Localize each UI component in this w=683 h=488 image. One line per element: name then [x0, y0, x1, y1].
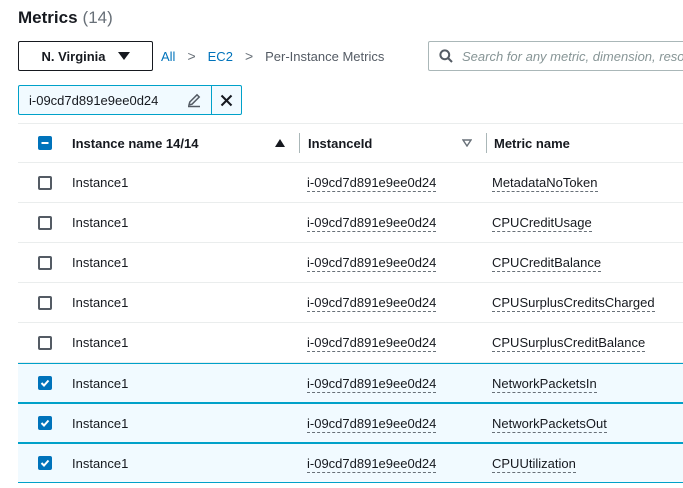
table-row[interactable]: Instance1 i-09cd7d891e9ee0d24 CPUSurplusCr… [18, 323, 683, 363]
table-row[interactable]: Instance1 i-09cd7d891e9ee0d24 NetworkPacke… [18, 403, 683, 443]
instance-name-cell: Instance1 [72, 215, 129, 230]
row-checkbox[interactable] [37, 255, 52, 270]
instance-name-cell: Instance1 [72, 375, 129, 391]
row-check-cell [18, 215, 71, 230]
breadcrumb-all[interactable]: All [161, 49, 175, 64]
remove-token-button[interactable] [211, 86, 241, 114]
row-checkbox[interactable] [37, 456, 52, 470]
metric-name-value[interactable]: MetadataNoToken [492, 175, 598, 192]
search-input[interactable] [462, 48, 683, 64]
row-check-cell [18, 456, 71, 470]
row-checkbox[interactable] [37, 376, 52, 390]
table-row[interactable]: Instance1 i-09cd7d891e9ee0d24 CPUSurplusCr… [18, 283, 683, 323]
instance-name-cell: Instance1 [72, 255, 129, 270]
metric-search[interactable] [428, 41, 683, 71]
region-selector[interactable]: N. Virginia [18, 41, 153, 71]
instance-id-value[interactable]: i-09cd7d891e9ee0d24 [307, 415, 437, 433]
breadcrumb-current: Per-Instance Metrics [265, 48, 385, 64]
table-header: Instance name 14/14 InstanceId Metric na… [18, 123, 683, 163]
table-row[interactable]: Instance1 i-09cd7d891e9ee0d24 CPUCreditBal… [18, 243, 683, 283]
search-icon [439, 49, 453, 63]
metric-name-cell: CPUUtilization [485, 455, 683, 473]
instance-id-value[interactable]: i-09cd7d891e9ee0d24 [307, 295, 437, 312]
select-all-cell [18, 136, 71, 150]
metric-name-value[interactable]: NetworkPacketsOut [492, 415, 607, 433]
instance-id-value[interactable]: i-09cd7d891e9ee0d24 [307, 455, 437, 473]
row-checkbox[interactable] [37, 335, 52, 350]
metric-name-cell: CPUCreditBalance [485, 255, 683, 272]
close-icon [221, 94, 233, 106]
column-header-metric-name[interactable]: Metric name [487, 136, 683, 151]
table-row[interactable]: Instance1 i-09cd7d891e9ee0d24 MetadataNoTo… [18, 163, 683, 203]
minus-icon [41, 142, 48, 144]
region-label: N. Virginia [41, 48, 106, 64]
instance-id-cell: i-09cd7d891e9ee0d24 [299, 455, 485, 473]
instance-name-cell: Instance1 [72, 415, 129, 431]
row-check-cell [18, 295, 71, 310]
instance-id-cell: i-09cd7d891e9ee0d24 [299, 175, 485, 192]
instance-id-cell: i-09cd7d891e9ee0d24 [299, 335, 485, 352]
instance-id-cell: i-09cd7d891e9ee0d24 [299, 375, 485, 393]
metric-name-cell: CPUSurplusCreditBalance [485, 335, 683, 352]
row-checkbox[interactable] [37, 175, 52, 190]
edit-token-button[interactable] [176, 86, 211, 114]
instance-name-cell: Instance1 [72, 455, 129, 471]
triangle-down-outline-icon [462, 139, 472, 147]
metrics-table: Instance name 14/14 InstanceId Metric na… [18, 123, 683, 483]
row-check-cell [18, 416, 71, 430]
instance-name-cell: Instance1 [72, 335, 129, 350]
triangle-up-icon [275, 139, 285, 147]
metric-name-cell: MetadataNoToken [485, 175, 683, 192]
metric-name-cell: CPUSurplusCreditsCharged [485, 295, 683, 312]
chevron-right-icon: > [187, 48, 196, 64]
instance-id-cell: i-09cd7d891e9ee0d24 [299, 295, 485, 312]
table-row[interactable]: Instance1 i-09cd7d891e9ee0d24 CPUUtilizati… [18, 443, 683, 483]
row-check-cell [18, 335, 71, 350]
table-row[interactable]: Instance1 i-09cd7d891e9ee0d24 CPUCreditUsa… [18, 203, 683, 243]
metric-name-value[interactable]: CPUSurplusCreditsCharged [492, 295, 655, 312]
chevron-right-icon: > [244, 48, 254, 64]
page-header: Metrics (14) [18, 8, 113, 30]
column-header-instance-name[interactable]: Instance name 14/14 [71, 136, 299, 151]
metric-name-value[interactable]: NetworkPacketsIn [492, 375, 597, 393]
instance-id-value[interactable]: i-09cd7d891e9ee0d24 [307, 335, 437, 352]
metric-name-cell: CPUCreditUsage [485, 215, 683, 232]
metric-name-cell: NetworkPacketsIn [485, 375, 683, 393]
instance-id-value[interactable]: i-09cd7d891e9ee0d24 [307, 215, 437, 232]
instance-name-cell: Instance1 [72, 175, 129, 190]
metric-name-value[interactable]: CPUSurplusCreditBalance [492, 335, 646, 352]
table-body: Instance1 i-09cd7d891e9ee0d24 MetadataNoTo… [18, 163, 683, 483]
instance-id-cell: i-09cd7d891e9ee0d24 [299, 215, 485, 232]
instance-id-value[interactable]: i-09cd7d891e9ee0d24 [307, 255, 437, 272]
metric-count: (14) [82, 8, 113, 27]
metric-name-cell: NetworkPacketsOut [485, 415, 683, 433]
pencil-icon [187, 93, 201, 108]
row-checkbox[interactable] [37, 416, 52, 430]
instance-id-value[interactable]: i-09cd7d891e9ee0d24 [307, 375, 437, 393]
row-check-cell [18, 255, 71, 270]
select-all-checkbox[interactable] [37, 136, 52, 150]
page-title: Metrics [18, 8, 78, 27]
checkmark-icon [40, 459, 49, 467]
metric-name-value[interactable]: CPUCreditBalance [492, 255, 602, 272]
caret-down-icon [117, 52, 130, 60]
metric-name-value[interactable]: CPUCreditUsage [492, 215, 592, 232]
breadcrumb-ec2[interactable]: EC2 [208, 49, 233, 64]
instance-id-cell: i-09cd7d891e9ee0d24 [299, 415, 485, 433]
checkmark-icon [40, 379, 49, 387]
row-check-cell [18, 175, 71, 190]
filter-token-value: i-09cd7d891e9ee0d24 [29, 92, 159, 108]
row-checkbox[interactable] [37, 215, 52, 230]
row-checkbox[interactable] [37, 295, 52, 310]
breadcrumb: All > EC2 > Per-Instance Metrics [161, 41, 384, 71]
column-header-instance-id[interactable]: InstanceId [300, 136, 486, 151]
instance-id-value[interactable]: i-09cd7d891e9ee0d24 [307, 175, 437, 192]
instance-name-cell: Instance1 [72, 295, 129, 310]
instance-id-cell: i-09cd7d891e9ee0d24 [299, 255, 485, 272]
filter-token: i-09cd7d891e9ee0d24 [18, 85, 242, 115]
metric-name-value[interactable]: CPUUtilization [492, 455, 576, 473]
row-check-cell [18, 376, 71, 390]
checkmark-icon [40, 419, 49, 427]
table-row[interactable]: Instance1 i-09cd7d891e9ee0d24 NetworkPacke… [18, 363, 683, 403]
